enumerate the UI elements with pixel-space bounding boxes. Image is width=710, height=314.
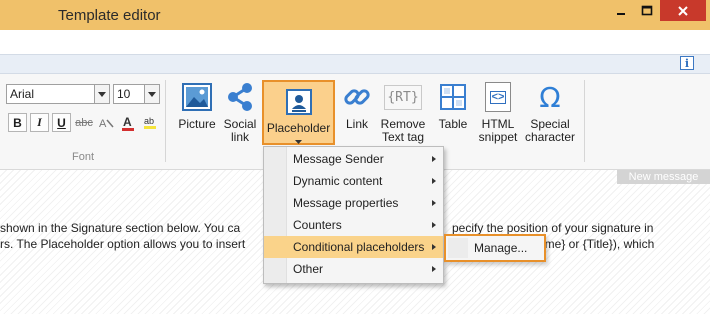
ribbon-info-bar: [0, 54, 710, 74]
content-text-line-2b: ame} or {Title}), which: [538, 237, 655, 251]
group-divider: [165, 80, 166, 162]
chevron-right-icon: [432, 222, 436, 228]
highlight-icon: ab: [144, 116, 156, 129]
chevron-right-icon: [432, 200, 436, 206]
italic-button[interactable]: I: [30, 113, 49, 132]
chevron-right-icon: [432, 266, 436, 272]
chevron-right-icon: [432, 244, 436, 250]
group-divider: [584, 80, 585, 162]
svg-text:A: A: [123, 115, 132, 129]
menu-item-dynamic-content[interactable]: Dynamic content: [264, 170, 443, 192]
window-title: Template editor: [58, 7, 161, 24]
omega-icon: Ω: [539, 80, 561, 114]
font-group-label: Font: [72, 151, 95, 163]
font-color-button[interactable]: A: [118, 113, 138, 132]
close-button[interactable]: [660, 0, 706, 21]
svg-text:ab: ab: [144, 116, 154, 126]
svg-text:A: A: [99, 118, 107, 130]
menu-item-counters[interactable]: Counters: [264, 214, 443, 236]
close-icon: [678, 5, 688, 16]
manage-menu-item[interactable]: Manage...: [474, 241, 527, 255]
maximize-icon: [641, 5, 653, 15]
content-text-line-1b: pecify the position of your signature in: [452, 221, 654, 235]
picture-button[interactable]: Picture: [176, 80, 218, 131]
bold-button[interactable]: B: [8, 113, 27, 132]
minimize-button[interactable]: [608, 0, 634, 21]
picture-icon: [182, 83, 212, 111]
font-color-icon: A: [122, 115, 134, 131]
highlight-button[interactable]: ab: [140, 113, 160, 132]
special-character-button[interactable]: Ω Special character: [523, 80, 577, 144]
html-icon: <>: [485, 82, 511, 112]
link-icon: [344, 89, 370, 105]
strikethrough-button[interactable]: abc: [74, 113, 94, 132]
table-button[interactable]: Table: [435, 80, 471, 131]
font-name-combo[interactable]: Arial: [6, 84, 110, 104]
chevron-down-icon[interactable]: [144, 85, 159, 103]
chevron-right-icon: [432, 178, 436, 184]
conditional-placeholders-submenu: Manage...: [444, 234, 546, 262]
remove-tag-icon: {RT}: [384, 84, 422, 110]
clear-format-button[interactable]: A: [97, 113, 117, 132]
ribbon-tabs-bar: [0, 30, 710, 54]
new-message-label: New message: [617, 170, 710, 184]
link-button[interactable]: Link: [339, 80, 375, 131]
clear-format-icon: A: [99, 118, 114, 130]
submenu-icon-strip: [448, 238, 468, 258]
html-snippet-button[interactable]: <> HTML snippet: [476, 80, 520, 144]
font-size-value: 10: [117, 87, 131, 101]
chevron-right-icon: [432, 156, 436, 162]
remove-text-tag-button[interactable]: {RT} Remove Text tag: [378, 80, 428, 144]
underline-button[interactable]: U: [52, 113, 71, 132]
minimize-icon: [617, 12, 625, 15]
placeholder-icon: [285, 89, 312, 115]
content-text-line-1a: shown in the Signature section below. Yo…: [0, 221, 241, 235]
template-editor-window: Template editor i Arial 10 B I U abc A A…: [0, 0, 710, 314]
table-icon: [440, 84, 466, 110]
font-size-combo[interactable]: 10: [113, 84, 160, 104]
menu-item-conditional-placeholders[interactable]: Conditional placeholders: [264, 236, 443, 258]
social-link-button[interactable]: Social link: [220, 80, 260, 144]
chevron-down-icon: [264, 140, 333, 144]
chevron-down-icon[interactable]: [94, 85, 109, 103]
menu-item-message-sender[interactable]: Message Sender: [264, 148, 443, 170]
info-icon[interactable]: i: [680, 56, 694, 70]
placeholder-button[interactable]: Placeholder: [262, 80, 335, 145]
content-text-line-2a: rs. The Placeholder option allows you to…: [0, 237, 246, 251]
menu-item-other[interactable]: Other: [264, 258, 443, 280]
font-name-value: Arial: [10, 87, 35, 101]
maximize-button[interactable]: [634, 0, 660, 21]
share-icon: [228, 83, 252, 111]
menu-item-message-properties[interactable]: Message properties: [264, 192, 443, 214]
